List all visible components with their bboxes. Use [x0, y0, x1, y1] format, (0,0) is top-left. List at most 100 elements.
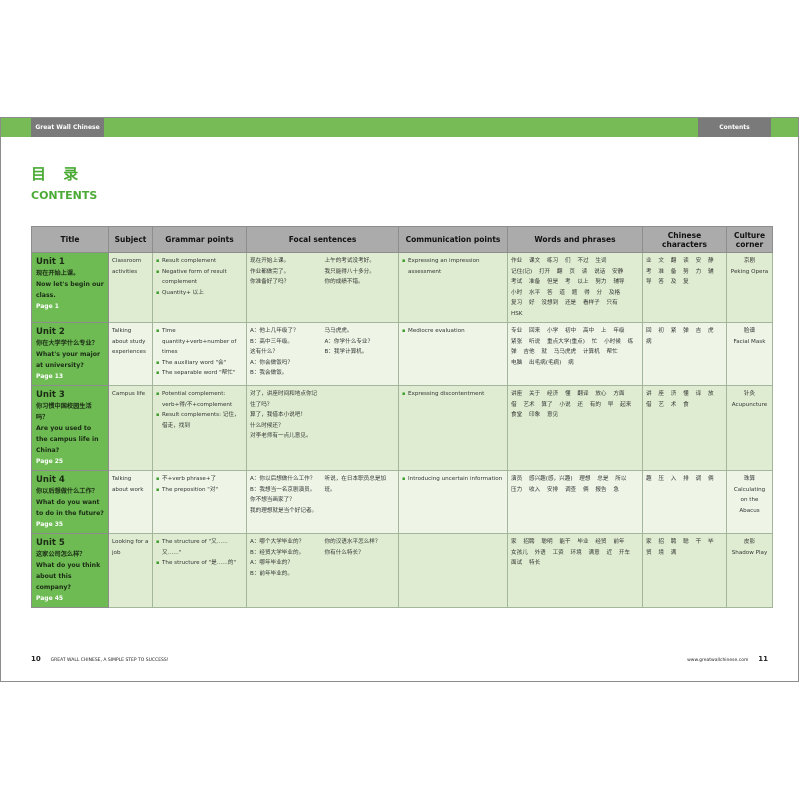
unit-title-cell[interactable]: Unit 5 这家公司怎么样？ What do you think about …	[31, 533, 109, 608]
character: 复	[683, 279, 689, 285]
unit-title-cell[interactable]: Unit 1 现在开始上课。 Now let's begin our class…	[31, 252, 109, 323]
word: 急	[613, 486, 619, 493]
communication-cell: Expressing discontentment	[398, 385, 508, 471]
column-header-sentences: Focal sentences	[246, 226, 399, 253]
book-spread: Great Wall Chinese Contents 目 录 CONTENTS…	[0, 117, 799, 682]
communication-cell: Expressing an impression assessment	[398, 252, 508, 323]
characters-cell: 讲 座 济 懂 译 放 借 艺 术 食	[642, 385, 727, 471]
unit-title-chinese: 你习惯中国校园生活吗？	[36, 403, 92, 421]
word: 安排	[546, 486, 559, 493]
unit-page-link[interactable]: Page 13	[36, 371, 104, 382]
focal-sentence: A：你会做饭吗？	[250, 359, 293, 366]
word: 辅导	[613, 279, 625, 285]
table-row: Unit 3 你习惯中国校园生活吗？ Are you used to the c…	[31, 385, 773, 471]
sentences-column-2: 上午的考试没考好。 我只能得八十多分。 你的成绩不错。	[325, 256, 396, 288]
character: 安	[695, 258, 702, 264]
unit-page-link[interactable]: Page 45	[36, 593, 104, 604]
communication-point: Expressing an impression assessment	[402, 256, 504, 277]
table-row: Unit 4 你以后想做什么工作？ What do you want to do…	[31, 470, 773, 534]
word: 开车	[618, 549, 631, 556]
unit-title-cell[interactable]: Unit 2 你在大学学什么专业？ What's your major at u…	[31, 322, 109, 386]
column-header-grammar: Grammar points	[152, 226, 247, 253]
word: 重点大学(重点)	[546, 338, 585, 345]
subject-cell: Campus life	[108, 385, 153, 471]
grammar-point: Result complements: 记住，借走，找到	[156, 410, 243, 431]
unit-number: Unit 3	[36, 390, 65, 400]
word: 所以	[615, 476, 627, 482]
character: 放	[707, 391, 714, 397]
grammar-point: The structure of "是……的"	[156, 558, 243, 569]
word: 总是	[597, 476, 609, 482]
focal-sentence: 现在开始上课。	[250, 258, 290, 264]
word: 上	[600, 328, 607, 334]
word: 早	[607, 401, 614, 408]
sentences-column-1: 现在开始上课。 作业都做完了。 你准备好了吗？	[250, 256, 321, 288]
word: 没想到	[541, 300, 559, 306]
character: 术	[670, 401, 677, 408]
word: 以上	[577, 279, 589, 285]
character: 食	[683, 401, 689, 408]
grammar-point: Time quantity+verb+number of times	[156, 326, 243, 358]
character: 俩	[707, 476, 714, 482]
focal-sentence: B：经贸大学毕业的。	[250, 549, 305, 556]
unit-number: Unit 1	[36, 257, 65, 267]
word: 小时候	[604, 338, 621, 345]
unit-title-cell[interactable]: Unit 4 你以后想做什么工作？ What do you want to do…	[31, 470, 109, 534]
focal-sentence: 这有什么？	[250, 349, 278, 355]
culture-chinese: 皮影	[743, 539, 756, 545]
word: HSK	[511, 310, 523, 317]
word: 题	[571, 289, 578, 296]
word: 病	[568, 359, 574, 366]
focal-sentence: 你的汉语水平怎么样？	[324, 539, 381, 545]
character: 静	[707, 258, 714, 264]
page-number-left: 10	[31, 655, 41, 663]
word: 帮忙	[606, 349, 618, 355]
unit-page-link[interactable]: Page 1	[36, 301, 104, 312]
unit-page-link[interactable]: Page 35	[36, 519, 104, 530]
word: 回来	[528, 328, 541, 334]
culture-cell: 脸谱 Facial Mask	[726, 322, 773, 386]
focal-sentences-cell: A：你以后想做什么工作？ B：我想当一名京剧演员。 你不想当画家了？ 我的理想就是当个…	[246, 470, 399, 534]
word: 作业	[511, 258, 523, 264]
word: 小学	[546, 328, 559, 334]
character: 及	[670, 279, 677, 285]
word: 家	[511, 539, 517, 545]
words-cell: 专业 回来 小学 初中 高中 上 年级 紧张 听说 重点大学(重点) 忙 小时候…	[507, 322, 643, 386]
grammar-cell: Potential complement: verb+得/不+complemen…	[152, 385, 247, 471]
character: 济	[670, 391, 677, 397]
focal-sentence: B：我学计算机。	[324, 349, 368, 355]
word: 小时	[511, 289, 523, 296]
unit-page-link[interactable]: Page 25	[36, 456, 104, 467]
focal-sentence: A：你学什么专业？	[324, 338, 374, 345]
word: 经济	[546, 391, 559, 397]
focal-sentence: 对了，讲座时间和地点你记住了吗？	[250, 391, 318, 408]
character: 紧	[670, 328, 677, 334]
word: 前年	[613, 539, 625, 545]
grammar-cell: The structure of "又……又……"The structure o…	[152, 533, 247, 608]
character: 初	[658, 328, 664, 334]
word: 翻译	[577, 391, 589, 397]
word: 高中	[582, 328, 595, 334]
word: 分	[596, 289, 603, 296]
word: 环境	[570, 549, 582, 556]
focal-sentence: B：我会做饭。	[250, 370, 288, 376]
unit-title-cell[interactable]: Unit 3 你习惯中国校园生活吗？ Are you used to the c…	[31, 385, 109, 471]
character: 力	[695, 268, 702, 275]
focal-sentence: B：前年毕业的。	[250, 570, 293, 577]
communication-point: Mediocre evaluation	[402, 326, 504, 337]
word: 算了	[541, 401, 553, 408]
word: 但是	[546, 279, 559, 285]
word: 印象	[528, 412, 541, 418]
table-row: Unit 2 你在大学学什么专业？ What's your major at u…	[31, 322, 773, 386]
unit-title-chinese: 现在开始上课。	[36, 270, 80, 277]
focal-sentence: 我只能得八十多分。	[324, 268, 375, 275]
character: 聪	[683, 539, 689, 545]
table-row: Unit 5 这家公司怎么样？ What do you think about …	[31, 533, 773, 608]
focal-sentence: 听说，在日本职员总是加班。	[324, 476, 387, 493]
unit-title-chinese: 你在大学学什么专业？	[36, 340, 98, 347]
unit-number: Unit 2	[36, 327, 65, 337]
footer-website[interactable]: www.greatwallchinese.com	[687, 658, 748, 663]
table-header-row: Title Subject Grammar points Focal sente…	[31, 226, 773, 253]
subject-cell: Talking about work	[108, 470, 153, 534]
character: 讲	[646, 391, 652, 397]
